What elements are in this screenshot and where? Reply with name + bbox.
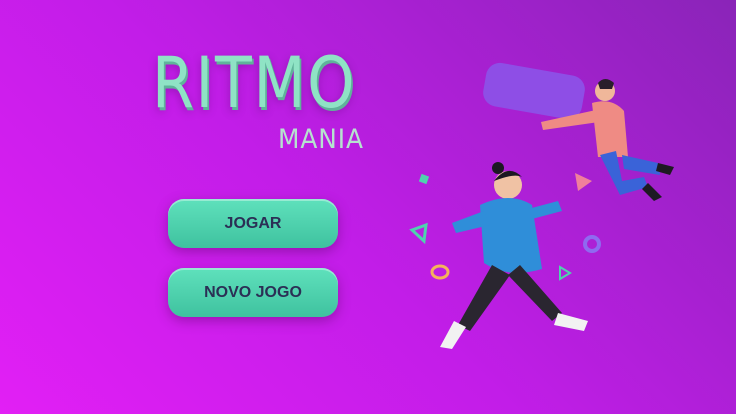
dancing-people-illustration [409, 62, 674, 349]
game-title: RITMO [152, 42, 357, 124]
new-game-button[interactable]: NOVO JOGO [168, 268, 338, 317]
play-button[interactable]: JOGAR [168, 199, 338, 248]
woman-figure [440, 162, 588, 349]
game-subtitle: MANIA [278, 124, 364, 155]
speech-bubble-shape [483, 62, 585, 120]
